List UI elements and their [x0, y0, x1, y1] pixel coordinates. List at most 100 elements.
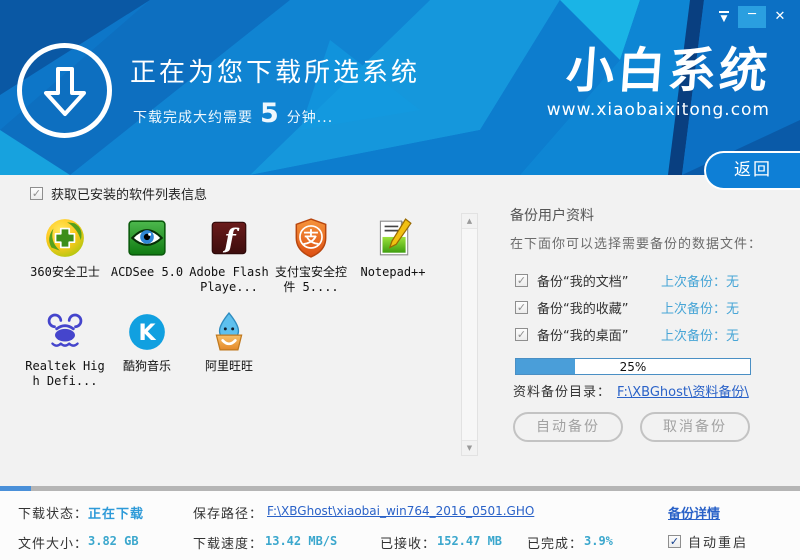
- software-item-acdsee[interactable]: ACDSee 5.0: [106, 217, 188, 295]
- completed-value: 3.9%: [584, 534, 613, 548]
- backup-directory-link[interactable]: F:\XBGhost\资料备份\: [617, 381, 749, 400]
- last-backup-status[interactable]: 上次备份：无: [661, 271, 739, 290]
- page-title: 正在为您下载所选系统: [130, 58, 421, 88]
- software-item-wangwang[interactable]: 阿里旺旺: [188, 311, 270, 389]
- check-icon: ✓: [516, 328, 527, 341]
- software-list-checkbox[interactable]: ✓: [30, 187, 43, 200]
- backup-item-desktop: ✓ 备份“我的桌面” 上次备份：无: [515, 325, 739, 344]
- brand-logo: 小白系统 www.xiaobaixitong.com: [546, 43, 772, 120]
- header: ▼ ─ ✕ 正在为您下载所选系统 下载完成大约需要 5 分钟... 小白系统 w…: [0, 0, 800, 175]
- cancel-backup-button[interactable]: 取消备份: [640, 412, 750, 442]
- file-size-value: 3.82 GB: [88, 534, 139, 548]
- minimize-button[interactable]: ─: [738, 6, 766, 28]
- software-list-checkbox-row: ✓ 获取已安装的软件列表信息: [30, 184, 207, 203]
- completed-label: 已完成：: [527, 537, 584, 552]
- software-list-checkbox-label: 获取已安装的软件列表信息: [51, 188, 208, 203]
- software-item-label: ACDSee 5.0: [110, 265, 184, 279]
- software-item-360[interactable]: 360安全卫士: [24, 217, 106, 295]
- main-content: ✓ 获取已安装的软件列表信息 360安全卫士 ACDSee 5.0 f Adob…: [0, 175, 800, 486]
- backup-panel-subtitle: 在下面你可以选择需要备份的数据文件：: [510, 237, 763, 252]
- download-circle-icon: [17, 43, 112, 138]
- close-icon: ✕: [774, 9, 786, 24]
- software-item-alipay[interactable]: 支 支付宝安全控件 5....: [270, 217, 352, 295]
- realtek-crab-icon: [44, 311, 86, 353]
- software-item-label: Adobe Flash Playe...: [189, 265, 269, 294]
- skin-menu-button[interactable]: ▼: [710, 6, 738, 28]
- backup-documents-checkbox[interactable]: ✓: [515, 274, 528, 287]
- brand-website: www.xiaobaixitong.com: [546, 100, 770, 120]
- received-label: 已接收：: [380, 537, 437, 552]
- software-item-label: 360安全卫士: [30, 265, 100, 279]
- download-speed-label: 下载速度：: [193, 537, 264, 552]
- auto-restart-checkbox[interactable]: ✓: [668, 535, 681, 548]
- chevron-down-icon: ▼: [720, 14, 728, 24]
- backup-directory-row: 资料备份目录： F:\XBGhost\资料备份\: [513, 381, 749, 400]
- software-scrollbar[interactable]: ▲ ▼: [461, 213, 478, 456]
- window-controls: ▼ ─ ✕: [710, 6, 794, 28]
- software-item-flash[interactable]: f Adobe Flash Playe...: [188, 217, 270, 295]
- svg-text:支: 支: [302, 228, 319, 247]
- backup-details-link[interactable]: 备份详情: [668, 503, 720, 522]
- last-backup-status[interactable]: 上次备份：无: [661, 325, 739, 344]
- file-size-label: 文件大小：: [18, 537, 89, 552]
- received-value: 152.47 MB: [437, 534, 503, 548]
- minimize-icon: ─: [748, 7, 756, 22]
- backup-item-favorites: ✓ 备份“我的收藏” 上次备份：无: [515, 298, 739, 317]
- download-status-label: 下载状态：: [18, 507, 89, 522]
- scroll-up-icon[interactable]: ▲: [462, 214, 477, 229]
- subtitle-prefix: 下载完成大约需要: [133, 110, 253, 126]
- notepad-plus-plus-icon: [372, 217, 414, 259]
- download-arrow-icon: [43, 66, 86, 116]
- save-path-label: 保存路径：: [193, 507, 264, 522]
- backup-item-label: 备份“我的桌面”: [537, 329, 629, 344]
- kugou-music-icon: K: [126, 311, 168, 353]
- alipay-shield-icon: 支: [290, 217, 332, 259]
- software-item-kugou[interactable]: K 酷狗音乐: [106, 311, 188, 389]
- software-item-label: 支付宝安全控件 5....: [274, 265, 347, 294]
- auto-restart-label: 自动重启: [688, 536, 749, 551]
- software-row: Realtek High Defi... K 酷狗音乐 阿里旺旺: [24, 311, 454, 405]
- check-icon: ✓: [516, 274, 527, 287]
- scroll-down-icon[interactable]: ▼: [462, 440, 477, 455]
- software-item-label: Notepad++: [360, 265, 426, 279]
- acdsee-eye-icon: [126, 217, 168, 259]
- brand-name: 小白系统: [564, 43, 772, 99]
- software-item-label: Realtek High Defi...: [25, 359, 105, 388]
- download-speed-value: 13.42 MB/S: [265, 534, 338, 548]
- check-icon: ✓: [669, 535, 680, 548]
- software-item-label: 酷狗音乐: [122, 359, 171, 373]
- software-grid: 360安全卫士 ACDSee 5.0 f Adobe Flash Playe..…: [24, 217, 454, 405]
- backup-directory-label: 资料备份目录：: [513, 385, 612, 400]
- download-status-value: 正在下载: [88, 507, 145, 522]
- backup-progress-label: 25%: [619, 360, 647, 374]
- save-path-link[interactable]: F:\XBGhost\xiaobai_win764_2016_0501.GHO: [267, 504, 534, 518]
- auto-restart-row: ✓ 自动重启: [668, 532, 748, 551]
- backup-item-label: 备份“我的收藏”: [537, 302, 629, 317]
- skin-line-icon: [719, 11, 729, 13]
- back-button[interactable]: 返回: [704, 151, 800, 190]
- check-icon: ✓: [516, 301, 527, 314]
- backup-panel-title: 备份用户资料: [510, 208, 594, 224]
- app-window: ▼ ─ ✕ 正在为您下载所选系统 下载完成大约需要 5 分钟... 小白系统 w…: [0, 0, 800, 560]
- software-row: 360安全卫士 ACDSee 5.0 f Adobe Flash Playe..…: [24, 217, 454, 311]
- 360-safety-icon: [44, 217, 86, 259]
- status-bar: 下载状态： 正在下载 保存路径： F:\XBGhost\xiaobai_win7…: [0, 491, 800, 560]
- auto-backup-button[interactable]: 自动备份: [513, 412, 623, 442]
- svg-text:K: K: [138, 321, 156, 346]
- close-button[interactable]: ✕: [766, 6, 794, 28]
- subtitle-minutes: 5: [260, 98, 280, 129]
- backup-desktop-checkbox[interactable]: ✓: [515, 328, 528, 341]
- last-backup-status[interactable]: 上次备份：无: [661, 298, 739, 317]
- software-item-notepadpp[interactable]: Notepad++: [352, 217, 434, 295]
- software-item-realtek[interactable]: Realtek High Defi...: [24, 311, 106, 389]
- page-subtitle: 下载完成大约需要 5 分钟...: [133, 98, 333, 129]
- backup-item-documents: ✓ 备份“我的文档” 上次备份：无: [515, 271, 739, 290]
- aliwangwang-icon: [208, 311, 250, 353]
- adobe-flash-icon: f: [208, 217, 250, 259]
- software-item-label: 阿里旺旺: [204, 359, 253, 373]
- backup-favorites-checkbox[interactable]: ✓: [515, 301, 528, 314]
- backup-progress-bar: 25%: [515, 358, 751, 375]
- check-icon: ✓: [31, 187, 42, 200]
- subtitle-suffix: 分钟...: [286, 110, 334, 126]
- backup-item-label: 备份“我的文档”: [537, 275, 629, 290]
